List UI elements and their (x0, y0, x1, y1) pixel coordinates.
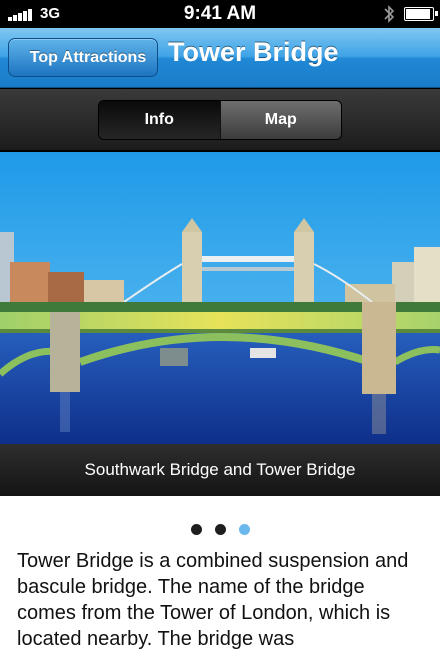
segment-info[interactable]: Info (99, 101, 220, 139)
page-dot-2 (214, 524, 226, 535)
navigation-bar: Top Attractions Tower Bridge (0, 28, 440, 88)
attraction-info-panel: Tower Bridge is a combined suspension an… (0, 496, 440, 660)
bluetooth-icon (384, 5, 395, 23)
segment-map[interactable]: Map (219, 101, 341, 139)
back-button[interactable]: Top Attractions (8, 38, 158, 77)
photo-caption: Southwark Bridge and Tower Bridge (0, 444, 440, 496)
page-indicator[interactable] (0, 524, 440, 536)
attraction-photo[interactable] (0, 152, 440, 444)
segment-toolbar: Info Map (0, 89, 440, 151)
status-bar: 3G 9:41 AM (0, 0, 440, 28)
page-title: Tower Bridge (168, 37, 339, 67)
attraction-description: Tower Bridge is a combined suspension an… (17, 550, 409, 650)
tower-bridge-photo (0, 152, 440, 444)
battery-icon (404, 7, 438, 21)
status-time: 9:41 AM (183, 3, 257, 24)
back-button-label: Top Attractions (29, 48, 147, 66)
page-dot-1 (190, 524, 202, 535)
info-map-segmented-control: Info Map (98, 100, 342, 140)
page-dot-3-active (238, 524, 250, 535)
